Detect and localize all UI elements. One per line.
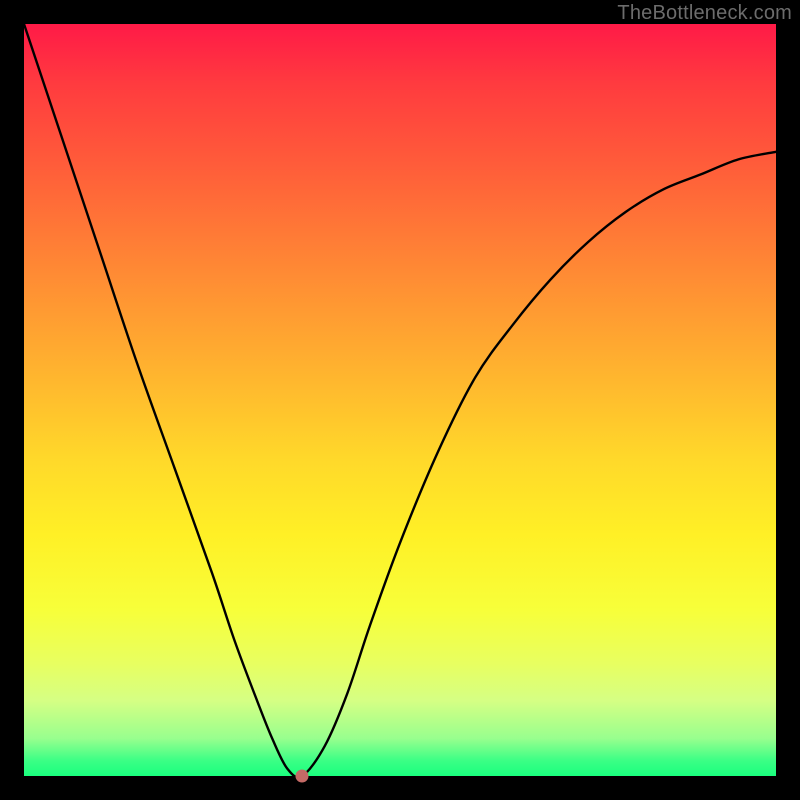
bottleneck-curve-path	[24, 24, 776, 777]
curve-minimum-marker	[296, 770, 309, 783]
watermark-text: TheBottleneck.com	[617, 2, 792, 25]
chart-frame: TheBottleneck.com	[0, 0, 800, 800]
curve-svg	[24, 24, 776, 776]
plot-area	[24, 24, 776, 776]
